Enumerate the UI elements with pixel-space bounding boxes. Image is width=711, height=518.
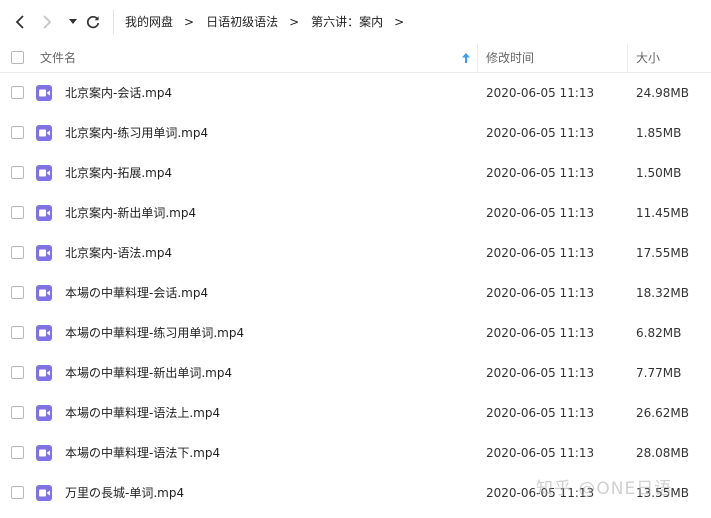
chevron-left-icon [15,15,24,29]
file-modified-time: 2020-06-05 11:13 [486,326,595,340]
table-row[interactable]: 本場の中華料理-语法下.mp4 2020-06-05 11:13 28.08MB [0,433,711,473]
file-name[interactable]: 本場の中華料理-新出单词.mp4 [65,353,232,393]
file-size: 26.62MB [636,406,689,420]
file-name[interactable]: 北京案内-会话.mp4 [65,73,172,113]
chevron-right-icon [43,15,52,29]
video-file-icon [36,85,52,101]
row-checkbox[interactable] [11,206,24,219]
select-all-checkbox[interactable] [11,51,24,64]
file-size: 13.55MB [636,486,689,500]
video-file-icon [36,325,52,341]
file-name[interactable]: 北京案内-新出单词.mp4 [65,193,196,233]
video-file-icon [36,205,52,221]
video-file-icon [36,285,52,301]
file-size: 11.45MB [636,206,689,220]
file-size: 1.85MB [636,126,682,140]
file-modified-time: 2020-06-05 11:13 [486,366,595,380]
table-row[interactable]: 本場の中華料理-练习用单词.mp4 2020-06-05 11:13 6.82MB [0,313,711,353]
file-name[interactable]: 北京案内-练习用单词.mp4 [65,113,208,153]
row-checkbox[interactable] [11,326,24,339]
row-checkbox[interactable] [11,166,24,179]
file-size: 28.08MB [636,446,689,460]
column-header-name[interactable]: 文件名 [40,44,76,72]
breadcrumb-separator: > [289,14,300,29]
file-modified-time: 2020-06-05 11:13 [486,206,595,220]
row-checkbox[interactable] [11,406,24,419]
breadcrumb-item-lesson[interactable]: 第六讲：案内 [311,13,383,30]
file-name[interactable]: 本場の中華料理-语法下.mp4 [65,433,220,473]
table-row[interactable]: 北京案内-拓展.mp4 2020-06-05 11:13 1.50MB [0,153,711,193]
video-file-icon [36,445,52,461]
file-modified-time: 2020-06-05 11:13 [486,446,595,460]
table-row[interactable]: 万里の長城-单词.mp4 2020-06-05 11:13 13.55MB [0,473,711,513]
table-row[interactable]: 本場の中華料理-新出单词.mp4 2020-06-05 11:13 7.77MB [0,353,711,393]
video-file-icon [36,245,52,261]
column-divider[interactable] [477,44,478,72]
file-size: 7.77MB [636,366,682,380]
file-modified-time: 2020-06-05 11:13 [486,166,595,180]
row-checkbox[interactable] [11,286,24,299]
video-file-icon [36,165,52,181]
file-size: 6.82MB [636,326,682,340]
file-size: 24.98MB [636,86,689,100]
video-file-icon [36,125,52,141]
table-row[interactable]: 北京案内-新出单词.mp4 2020-06-05 11:13 11.45MB [0,193,711,233]
row-checkbox[interactable] [11,446,24,459]
arrow-up-icon[interactable] [462,53,470,63]
table-row[interactable]: 本場の中華料理-会话.mp4 2020-06-05 11:13 18.32MB [0,273,711,313]
file-modified-time: 2020-06-05 11:13 [486,406,595,420]
table-row[interactable]: 北京案内-练习用单词.mp4 2020-06-05 11:13 1.85MB [0,113,711,153]
table-row[interactable]: 北京案内-语法.mp4 2020-06-05 11:13 17.55MB [0,233,711,273]
nav-divider [113,10,114,34]
breadcrumb-separator: > [184,14,195,29]
column-header-date[interactable]: 修改时间 [486,44,534,72]
file-name[interactable]: 本場の中華料理-语法上.mp4 [65,393,220,433]
refresh-icon [86,15,100,29]
breadcrumb-item-course[interactable]: 日语初级语法 [206,13,278,30]
breadcrumb: 我的网盘 > 日语初级语法 > 第六讲：案内 > [125,13,416,30]
refresh-button[interactable] [83,12,103,32]
file-modified-time: 2020-06-05 11:13 [486,86,595,100]
file-size: 18.32MB [636,286,689,300]
row-checkbox[interactable] [11,246,24,259]
file-size: 17.55MB [636,246,689,260]
file-name[interactable]: 万里の長城-单词.mp4 [65,473,184,513]
column-header-size[interactable]: 大小 [636,44,660,72]
navigation-bar: 我的网盘 > 日语初级语法 > 第六讲：案内 > [0,0,711,44]
back-button[interactable] [10,12,30,32]
row-checkbox[interactable] [11,486,24,499]
file-name[interactable]: 本場の中華料理-会话.mp4 [65,273,208,313]
file-name[interactable]: 北京案内-拓展.mp4 [65,153,172,193]
file-list-header: 文件名 修改时间 大小 [0,44,711,73]
row-checkbox[interactable] [11,126,24,139]
table-row[interactable]: 本場の中華料理-语法上.mp4 2020-06-05 11:13 26.62MB [0,393,711,433]
file-modified-time: 2020-06-05 11:13 [486,286,595,300]
row-checkbox[interactable] [11,366,24,379]
file-name[interactable]: 北京案内-语法.mp4 [65,233,172,273]
file-name[interactable]: 本場の中華料理-练习用单词.mp4 [65,313,244,353]
forward-button[interactable] [37,12,57,32]
column-divider[interactable] [627,44,628,72]
video-file-icon [36,405,52,421]
breadcrumb-separator: > [394,14,405,29]
file-size: 1.50MB [636,166,682,180]
caret-down-icon [69,19,77,24]
file-modified-time: 2020-06-05 11:13 [486,246,595,260]
file-modified-time: 2020-06-05 11:13 [486,126,595,140]
table-row[interactable]: 北京案内-会话.mp4 2020-06-05 11:13 24.98MB [0,73,711,113]
file-modified-time: 2020-06-05 11:13 [486,486,595,500]
video-file-icon [36,485,52,501]
breadcrumb-item-my-drive[interactable]: 我的网盘 [125,13,173,30]
video-file-icon [36,365,52,381]
row-checkbox[interactable] [11,86,24,99]
history-dropdown-button[interactable] [63,12,83,32]
